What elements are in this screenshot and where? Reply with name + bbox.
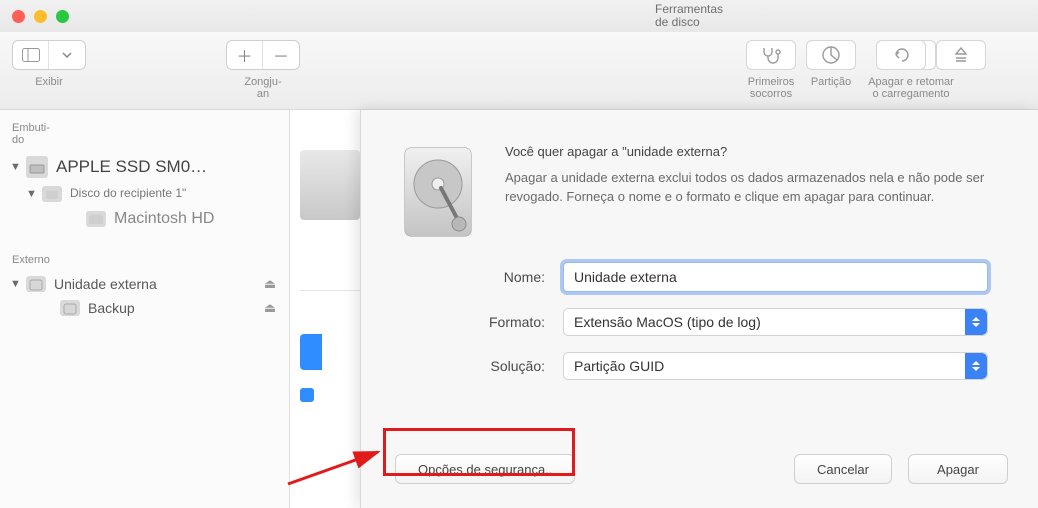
undo-icon (876, 40, 926, 70)
hdd-icon (86, 211, 106, 227)
harddrive-large-icon (399, 144, 477, 240)
name-label: Nome: (471, 269, 563, 285)
external-disk-label: Unidade externa (54, 276, 261, 292)
sidebar-item-backup[interactable]: Backup ⏏ (8, 296, 281, 320)
internal-header: Embuti- do (12, 122, 277, 146)
dialog-form: Nome: Formato: Extensão MacOS (tipo de l… (361, 250, 1038, 380)
hdd-icon (26, 156, 48, 178)
zoom-buttons: ＋ － (226, 40, 300, 70)
toolbar: Exibir ＋ － Zongju- an Primeiros socorros… (0, 32, 1038, 110)
sidebar: Embuti- do ▼ APPLE SSD SM0… ▼ Disco do r… (0, 110, 290, 508)
close-window-button[interactable] (12, 10, 25, 23)
eject-icon[interactable]: ⏏ (261, 276, 279, 292)
plus-button[interactable]: ＋ (227, 41, 263, 69)
bg-dot (300, 388, 314, 402)
sidebar-item-internal-disk[interactable]: ▼ APPLE SSD SM0… (8, 152, 281, 182)
partition-item[interactable]: Partição (806, 40, 856, 100)
app-title: Ferramentas de disco (655, 3, 723, 29)
bg-tab (300, 334, 322, 370)
select-arrows-icon (965, 309, 987, 335)
format-select[interactable]: Extensão MacOS (tipo de log) (563, 308, 988, 336)
view-label: Exibir (35, 76, 63, 88)
scheme-row: Solução: Partição GUID (471, 352, 988, 380)
dialog-question: Você quer apagar a "unidade externa? (505, 144, 1010, 159)
eject-icon[interactable]: ⏏ (261, 300, 279, 316)
external-header: Externo (12, 254, 277, 266)
hdd-icon (42, 186, 62, 202)
internal-disk-label: APPLE SSD SM0… (56, 157, 279, 177)
format-label: Formato: (471, 314, 563, 330)
name-input[interactable] (563, 262, 988, 292)
sidebar-icon (13, 41, 49, 69)
dialog-buttons: Opções de segurança.. Cancelar Apagar (361, 454, 1038, 484)
first-aid-label: Primeiros socorros (748, 76, 794, 100)
sidebar-item-external-disk[interactable]: ▼ Unidade externa ⏏ (8, 272, 281, 296)
external-hdd-icon (60, 300, 80, 316)
disclosure-triangle-icon[interactable]: ▼ (10, 278, 22, 290)
mount-item[interactable] (936, 40, 986, 100)
zoom-label: Zongju- an (244, 76, 281, 100)
disclosure-triangle-icon[interactable]: ▼ (26, 188, 38, 200)
chevron-down-icon (49, 41, 85, 69)
sidebar-item-container[interactable]: ▼ Disco do recipiente 1" (8, 182, 281, 206)
dialog-header: Você quer apagar a "unidade externa? Apa… (361, 110, 1038, 250)
select-arrows-icon (965, 353, 987, 379)
cancel-button[interactable]: Cancelar (794, 454, 892, 484)
external-hdd-icon (26, 276, 46, 292)
pie-icon (806, 40, 856, 70)
name-row: Nome: (471, 262, 988, 292)
dialog-text: Você quer apagar a "unidade externa? Apa… (505, 144, 1010, 240)
stethoscope-icon (746, 40, 796, 70)
format-value: Extensão MacOS (tipo de log) (574, 314, 761, 330)
container-label: Disco do recipiente 1" (70, 187, 279, 200)
backup-label: Backup (88, 300, 261, 316)
titlebar: Ferramentas de disco (0, 0, 1038, 32)
minus-button[interactable]: － (263, 41, 299, 69)
zoom-group: ＋ － Zongju- an (226, 40, 300, 100)
erase-button[interactable]: Apagar (908, 454, 1008, 484)
security-options-button[interactable]: Opções de segurança.. (395, 454, 575, 484)
window-controls (12, 10, 69, 23)
maximize-window-button[interactable] (56, 10, 69, 23)
sidebar-item-macintosh-hd[interactable]: Macintosh HD (8, 206, 281, 232)
dialog-description: Apagar a unidade externa exclui todos os… (505, 169, 1010, 207)
volume-label: Macintosh HD (114, 210, 279, 228)
disclosure-triangle-icon[interactable]: ▼ (10, 161, 22, 173)
scheme-label: Solução: (471, 358, 563, 374)
scheme-value: Partição GUID (574, 358, 664, 374)
first-aid-item[interactable]: Primeiros socorros (746, 40, 796, 100)
minimize-window-button[interactable] (34, 10, 47, 23)
format-row: Formato: Extensão MacOS (tipo de log) (471, 308, 988, 336)
restore-item[interactable] (876, 40, 926, 100)
scheme-select[interactable]: Partição GUID (563, 352, 988, 380)
view-group: Exibir (12, 40, 86, 88)
erase-dialog: Você quer apagar a "unidade externa? Apa… (360, 110, 1038, 508)
view-select[interactable] (12, 40, 86, 70)
mount-icon (936, 40, 986, 70)
toolbar-center: Primeiros socorros Partição Apagar e ret… (746, 40, 986, 100)
partition-label: Partição (811, 76, 851, 88)
bg-disk-icon (300, 150, 360, 220)
